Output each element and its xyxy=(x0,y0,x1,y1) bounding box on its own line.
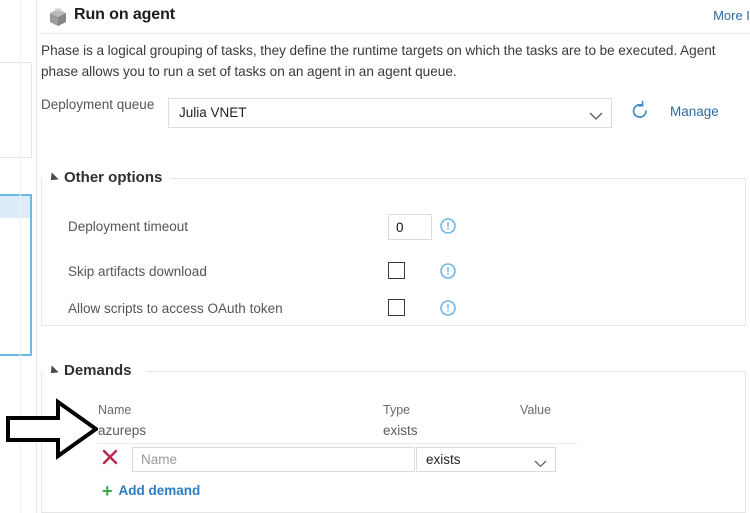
pipeline-card-partial[interactable] xyxy=(0,62,32,158)
pipeline-card-partial-selected[interactable] xyxy=(0,194,32,356)
deployment-timeout-label: Deployment timeout xyxy=(68,219,189,234)
add-demand-label: Add demand xyxy=(118,483,201,498)
run-on-agent-panel: Run on agent More Info Phase is a logica… xyxy=(38,0,750,513)
panel-description: Phase is a logical grouping of tasks, th… xyxy=(41,43,716,79)
demand-row-name: azureps xyxy=(98,423,147,438)
caret-expanded-icon xyxy=(47,171,59,184)
oauth-token-label: Allow scripts to access OAuth token xyxy=(68,301,283,316)
demands-legend-label: Demands xyxy=(64,361,132,379)
skip-artifacts-checkbox[interactable] xyxy=(388,262,405,279)
manage-link[interactable]: Manage xyxy=(670,104,719,119)
demands-row-divider xyxy=(98,443,578,444)
deployment-queue-select[interactable]: Julia VNET xyxy=(168,98,612,128)
header-divider xyxy=(38,33,750,34)
other-options-legend[interactable]: Other options xyxy=(47,167,171,187)
add-demand-button[interactable]: + Add demand xyxy=(102,480,201,501)
panel-header: Run on agent More Info xyxy=(38,4,750,32)
demand-type-select[interactable]: exists xyxy=(416,447,556,472)
page-title: Run on agent xyxy=(74,6,176,23)
deployment-queue-value: Julia VNET xyxy=(179,105,247,120)
demand-name-input[interactable] xyxy=(132,447,415,472)
demand-row-type: exists xyxy=(383,423,418,438)
chevron-down-icon xyxy=(534,455,547,468)
demands-column-name: Name xyxy=(98,403,132,417)
refresh-icon[interactable] xyxy=(630,100,650,122)
plus-icon: + xyxy=(102,480,113,501)
info-icon[interactable] xyxy=(440,300,456,316)
demands-column-type: Type xyxy=(383,403,411,417)
right-arrow-annotation xyxy=(6,398,100,460)
other-options-group: Other options Deployment timeout Skip ar… xyxy=(41,167,746,326)
caret-expanded-icon xyxy=(47,364,59,377)
more-info-link[interactable]: More Info xyxy=(713,8,750,23)
group-top-rule xyxy=(146,371,745,372)
demand-type-value: exists xyxy=(426,452,461,467)
info-icon[interactable] xyxy=(440,263,456,279)
oauth-token-checkbox[interactable] xyxy=(388,299,405,316)
chevron-down-icon xyxy=(589,108,603,120)
info-icon[interactable] xyxy=(440,218,456,234)
cube-icon xyxy=(48,8,68,27)
group-top-rule xyxy=(170,178,745,179)
card-header-band xyxy=(0,196,30,218)
skip-artifacts-label: Skip artifacts download xyxy=(68,264,207,279)
other-options-legend-label: Other options xyxy=(64,168,163,186)
delete-x-icon[interactable] xyxy=(101,448,119,466)
demands-column-value: Value xyxy=(520,403,552,417)
demands-legend[interactable]: Demands xyxy=(47,360,140,380)
deployment-timeout-input[interactable] xyxy=(388,214,432,240)
deployment-queue-label: Deployment queue xyxy=(41,97,155,112)
